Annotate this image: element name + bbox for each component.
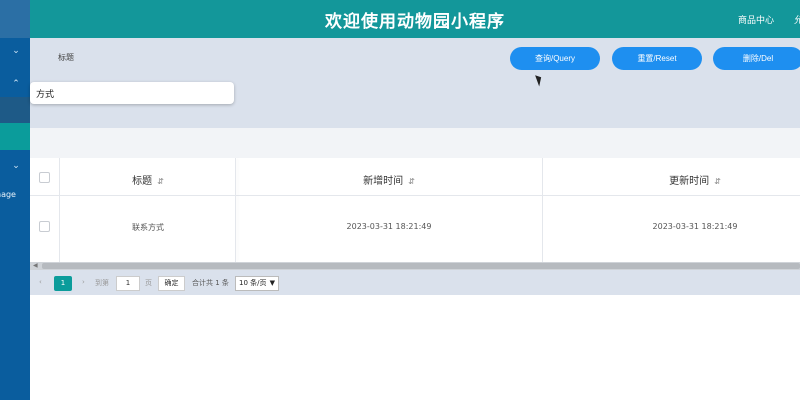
table-header-row: 标题 ⇵ 新增时间 ⇵ 更新时间 ⇵ xyxy=(30,158,800,196)
data-table: 标题 ⇵ 新增时间 ⇵ 更新时间 ⇵ 联系方式 2023-03-31 18:21:49… xyxy=(30,158,800,262)
chevron-down-icon[interactable]: ⌄ xyxy=(10,45,22,57)
sidebar-logo-block xyxy=(0,0,30,38)
row-checkbox[interactable] xyxy=(39,221,50,232)
top-header: 欢迎使用动物园小程序 商品中心 允 xyxy=(30,0,800,38)
pagination: ‹ 1 › 到第 1 页 确定 合计共 1 条 10 条/页 ▼ xyxy=(30,270,800,295)
page-unit-label: 页 xyxy=(145,279,152,287)
search-panel: 标题 查询/Query 重置/Reset 删除/Del 方式 xyxy=(30,38,800,128)
next-page-icon[interactable]: › xyxy=(82,278,85,286)
sidebar: ⌄ ⌃ ⌄ nage xyxy=(0,0,30,400)
table-row[interactable]: 联系方式 2023-03-31 18:21:49 2023-03-31 18:2… xyxy=(30,196,800,262)
total-count-label: 合计共 1 条 xyxy=(192,279,229,287)
scrollbar-thumb[interactable] xyxy=(42,263,800,269)
confirm-jump-button[interactable]: 确定 xyxy=(158,276,185,291)
column-header-updated[interactable]: 更新时间 ⇵ xyxy=(542,172,800,187)
column-header-title[interactable]: 标题 ⇵ xyxy=(60,172,236,187)
sort-icon[interactable]: ⇵ xyxy=(408,177,415,186)
prev-page-icon[interactable]: ‹ xyxy=(39,278,42,286)
column-divider xyxy=(235,158,236,262)
sort-icon[interactable]: ⇵ xyxy=(157,177,164,186)
cell-title: 联系方式 xyxy=(132,223,164,232)
chevron-down-icon[interactable]: ⌄ xyxy=(10,160,22,172)
column-header-created[interactable]: 新增时间 ⇵ xyxy=(236,172,542,187)
query-button[interactable]: 查询/Query xyxy=(510,47,600,70)
column-divider xyxy=(542,158,543,262)
page-number-current[interactable]: 1 xyxy=(54,276,72,291)
toolbar-strip xyxy=(30,128,800,158)
chevron-up-icon[interactable]: ⌃ xyxy=(10,78,22,90)
page-title: 欢迎使用动物园小程序 xyxy=(325,12,505,32)
chevron-down-icon: ▼ xyxy=(269,279,275,287)
page-size-select[interactable]: 10 条/页 ▼ xyxy=(235,276,279,291)
sidebar-item-active[interactable] xyxy=(0,123,30,150)
horizontal-scrollbar[interactable]: ◀ xyxy=(30,262,800,270)
sidebar-item-manage-label[interactable]: nage xyxy=(0,190,16,199)
sort-icon[interactable]: ⇵ xyxy=(714,177,721,186)
page-jump-input[interactable]: 1 xyxy=(116,276,140,291)
search-dropdown-option[interactable]: 方式 xyxy=(30,82,234,104)
cell-created-time: 2023-03-31 18:21:49 xyxy=(346,222,432,231)
scroll-left-icon[interactable]: ◀ xyxy=(33,262,38,270)
content-bottom-area xyxy=(30,295,800,400)
sidebar-item-selected-parent[interactable] xyxy=(0,97,30,123)
delete-button[interactable]: 删除/Del xyxy=(713,47,800,70)
cell-updated-time: 2023-03-31 18:21:49 xyxy=(652,222,738,231)
reset-button[interactable]: 重置/Reset xyxy=(612,47,702,70)
goto-label: 到第 xyxy=(95,279,109,287)
header-link-cut[interactable]: 允 xyxy=(794,13,800,26)
select-all-checkbox[interactable] xyxy=(39,172,50,183)
header-link-goods-center[interactable]: 商品中心 xyxy=(738,13,774,26)
search-title-label: 标题 xyxy=(58,53,74,62)
dropdown-option-label: 方式 xyxy=(36,90,55,100)
column-divider xyxy=(59,158,60,262)
